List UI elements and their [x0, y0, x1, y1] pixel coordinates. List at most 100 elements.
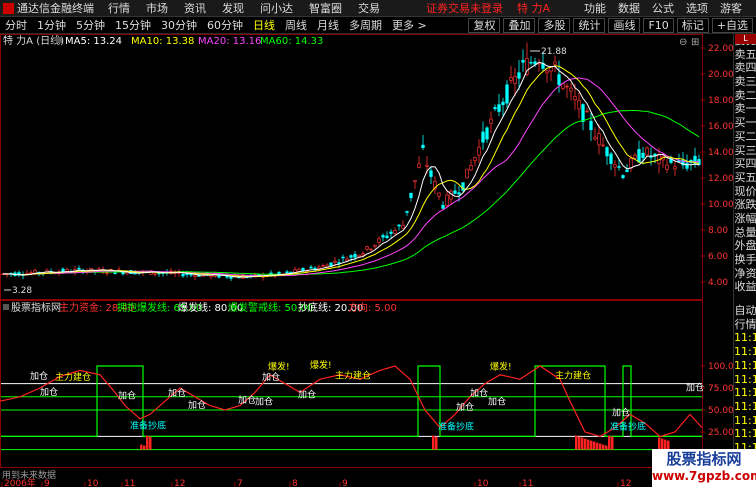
- candle-body: [569, 87, 573, 92]
- period-tab-30min[interactable]: 30分钟: [156, 17, 202, 33]
- candle-body: [469, 165, 473, 171]
- price-tick-label: 18.00: [708, 96, 733, 106]
- candle-body: [321, 265, 325, 267]
- menu-item-formula[interactable]: 公式: [646, 0, 680, 16]
- candle-body: [409, 192, 413, 199]
- quote-side-panel: 委比卖五卖四卖三卖二卖一买一买二买三买四买五现价涨跌涨幅总量外盘换手净资收益 自…: [733, 34, 756, 487]
- fund-histogram-bar: [590, 440, 593, 450]
- menu-item-data[interactable]: 数据: [612, 0, 646, 16]
- chart-area[interactable]: 特 力A (日线) MA5: 13.24 MA10: 13.38 MA20: 1…: [0, 34, 733, 487]
- fund-histogram-bar: [575, 435, 578, 450]
- indicator-signal-label: 加仓: [118, 390, 136, 402]
- menu-bar: 通达信金融终端 行情 市场 资讯 发现 问小达 智富圈 交易 证券交易未登录 特…: [0, 0, 756, 17]
- candle-body: [565, 85, 569, 88]
- period-tab-monthly[interactable]: 月线: [312, 17, 344, 33]
- period-tab-60min[interactable]: 60分钟: [202, 17, 248, 33]
- candle-body: [665, 164, 669, 170]
- candle-body: [521, 60, 525, 63]
- price-tick-label: 16.00: [708, 122, 733, 132]
- menu-item-market[interactable]: 市场: [138, 0, 176, 16]
- price-tick-label: 20.00: [708, 70, 733, 80]
- tool-mark-button[interactable]: 标记: [676, 17, 709, 33]
- menu-item-wealth-circle[interactable]: 智富圈: [301, 0, 350, 16]
- candle-body: [473, 157, 477, 162]
- side-panel-row: 净资: [734, 266, 756, 280]
- candle-body: [501, 101, 505, 106]
- period-tab-15min[interactable]: 15分钟: [110, 17, 156, 33]
- watermark: 股票指标网 www.7gpzb.com: [652, 449, 756, 487]
- tool-draw-line-button[interactable]: 画线: [608, 17, 641, 33]
- fund-histogram-bar: [584, 438, 587, 450]
- time-tick-label: 8: [292, 479, 298, 487]
- time-tick-label: 7: [237, 479, 243, 487]
- candle-body: [297, 268, 301, 272]
- candle-body: [497, 104, 501, 112]
- period-tab-multi[interactable]: 多周期: [344, 17, 387, 33]
- candle-body: [605, 147, 609, 157]
- side-panel-tick-row[interactable]: 自动: [734, 304, 756, 318]
- side-panel-tick-row: 11:1: [734, 386, 756, 400]
- candle-body: [369, 248, 373, 251]
- menu-item-trade[interactable]: 交易: [350, 0, 388, 16]
- panel-maximize-icon[interactable]: ⊞: [691, 37, 699, 48]
- tool-overlay-button[interactable]: 叠加: [503, 17, 536, 33]
- side-panel-tick-row: 11:1: [734, 399, 756, 413]
- tool-add-watchlist-button[interactable]: +自选: [711, 17, 753, 33]
- candle-body: [545, 70, 549, 74]
- candle-body: [309, 266, 313, 269]
- candle-body: [601, 144, 605, 147]
- menu-item-news[interactable]: 资讯: [176, 0, 214, 16]
- candle-body: [493, 107, 497, 110]
- period-tab-more[interactable]: 更多 >: [387, 17, 432, 33]
- login-status[interactable]: 证券交易未登录: [426, 0, 503, 16]
- guest-user[interactable]: 游客: [714, 0, 756, 16]
- tool-f10-button[interactable]: F10: [643, 17, 674, 33]
- period-tab-weekly[interactable]: 周线: [280, 17, 312, 33]
- fund-histogram-bar: [661, 438, 664, 450]
- time-tick-label: 12: [174, 479, 185, 487]
- side-panel-row: 卖三: [734, 75, 756, 89]
- candle-body: [77, 267, 81, 270]
- side-panel-tick-row: 11:1: [734, 413, 756, 427]
- period-tab-daily[interactable]: 日线: [248, 17, 280, 33]
- side-panel-row: 现价: [734, 184, 756, 198]
- indicator-signal-label: 加仓: [262, 371, 280, 383]
- fund-histogram-bar: [435, 436, 438, 450]
- candle-body: [485, 127, 489, 140]
- tool-multi-stock-button[interactable]: 多股: [538, 17, 571, 33]
- indicator-signal-label: 加仓: [612, 406, 630, 418]
- candle-body: [65, 269, 69, 272]
- high-price-label: 21.88: [541, 47, 567, 57]
- side-panel-tick-row[interactable]: 行情: [734, 318, 756, 332]
- side-panel-row: 买一: [734, 116, 756, 130]
- panel-settings-icon[interactable]: ⊖: [679, 37, 687, 48]
- side-panel-badge: L: [735, 34, 756, 44]
- period-tab-5min[interactable]: 5分钟: [71, 17, 110, 33]
- candle-body: [581, 104, 585, 123]
- indicator-toggle-icon[interactable]: [56, 37, 62, 43]
- side-panel-tick-row: 11:1: [734, 358, 756, 372]
- side-panel-row: 买四: [734, 157, 756, 171]
- side-panel-row: 换手: [734, 253, 756, 266]
- tool-adjust-button[interactable]: 复权: [468, 17, 501, 33]
- candle-body: [361, 253, 365, 256]
- low-price-label: 3.28: [12, 286, 32, 296]
- indicator-signal-label: 爆发!: [268, 361, 290, 373]
- price-tick-label: 12.00: [708, 174, 733, 184]
- indicator-panel-toggle-icon[interactable]: [3, 304, 9, 310]
- indicator-signal-label: 加仓: [168, 387, 186, 399]
- menu-item-discover[interactable]: 发现: [214, 0, 252, 16]
- menu-item-function[interactable]: 功能: [578, 0, 612, 16]
- fund-histogram-bar: [602, 444, 605, 450]
- period-tab-1min[interactable]: 1分钟: [32, 17, 71, 33]
- tool-statistics-button[interactable]: 统计: [573, 17, 606, 33]
- menu-item-options[interactable]: 选项: [680, 0, 714, 16]
- candle-body: [385, 235, 389, 239]
- candle-body: [457, 192, 461, 195]
- menu-item-ask[interactable]: 问小达: [252, 0, 301, 16]
- period-tab-intraday[interactable]: 分时: [0, 17, 32, 33]
- price-tick-label: 14.00: [708, 148, 733, 158]
- candle-body: [465, 168, 469, 179]
- menu-item-market-quotes[interactable]: 行情: [100, 0, 138, 16]
- candle-body: [517, 72, 521, 79]
